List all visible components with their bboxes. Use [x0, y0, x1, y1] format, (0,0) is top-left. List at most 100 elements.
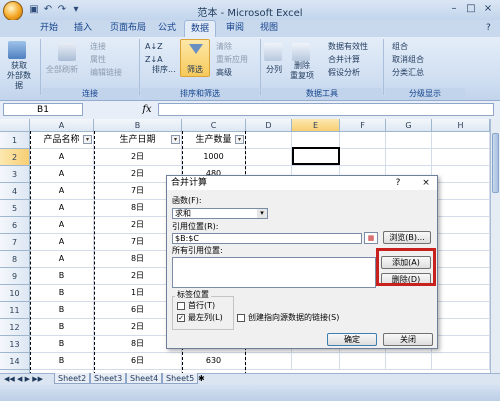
- subtotal-button[interactable]: 分类汇总: [392, 67, 424, 78]
- filter-dropdown-icon[interactable]: ▾: [83, 135, 92, 144]
- first-row-checkbox[interactable]: [177, 302, 185, 310]
- cell[interactable]: [432, 268, 490, 285]
- what-if-button[interactable]: 假设分析: [328, 67, 360, 78]
- cell[interactable]: [246, 132, 292, 149]
- cell[interactable]: [432, 217, 490, 234]
- column-header-g[interactable]: G: [386, 119, 432, 132]
- tab-insert[interactable]: 插入: [68, 20, 98, 37]
- cell[interactable]: B: [30, 268, 94, 285]
- close-button[interactable]: 关闭: [383, 333, 433, 346]
- cell[interactable]: [432, 302, 490, 319]
- filter-dropdown-icon[interactable]: ▾: [171, 135, 180, 144]
- cell[interactable]: A: [30, 251, 94, 268]
- cell[interactable]: [386, 132, 432, 149]
- row-header[interactable]: 1: [0, 132, 30, 149]
- column-header-e[interactable]: E: [292, 119, 340, 132]
- tab-data[interactable]: 数据: [184, 20, 217, 37]
- connections-button[interactable]: 连接: [90, 41, 106, 52]
- row-header[interactable]: 2: [0, 149, 30, 166]
- left-column-checkbox[interactable]: ✓: [177, 314, 185, 322]
- maximize-button[interactable]: □: [463, 2, 479, 16]
- reference-input[interactable]: $B:$C: [172, 233, 362, 244]
- row-header[interactable]: 6: [0, 217, 30, 234]
- row-header[interactable]: 12: [0, 319, 30, 336]
- cell[interactable]: [432, 132, 490, 149]
- dialog-close-icon[interactable]: ×: [419, 177, 433, 189]
- cell[interactable]: 1000: [182, 149, 246, 166]
- row-header[interactable]: 3: [0, 166, 30, 183]
- filter-dropdown-icon[interactable]: ▾: [235, 135, 244, 144]
- tab-home[interactable]: 开始: [34, 20, 64, 37]
- edit-links-button[interactable]: 编辑链接: [90, 67, 122, 78]
- cell[interactable]: [386, 353, 432, 370]
- column-header-a[interactable]: A: [30, 119, 94, 132]
- sort-az-icon[interactable]: A↓Z: [145, 41, 163, 52]
- column-header-f[interactable]: F: [340, 119, 386, 132]
- cell[interactable]: [340, 132, 386, 149]
- cell[interactable]: B: [30, 319, 94, 336]
- active-cell-cursor[interactable]: [292, 147, 340, 165]
- help-icon[interactable]: ?: [486, 23, 496, 34]
- close-window-button[interactable]: ×: [480, 2, 496, 16]
- cell[interactable]: B: [30, 285, 94, 302]
- cell[interactable]: [340, 149, 386, 166]
- insert-sheet-icon[interactable]: ✱: [198, 374, 210, 384]
- header-cell[interactable]: 生产数量 ▾: [182, 132, 246, 149]
- cell[interactable]: [432, 336, 490, 353]
- tab-review[interactable]: 审阅: [220, 20, 250, 37]
- formula-input[interactable]: [158, 103, 494, 116]
- cell[interactable]: 630: [182, 353, 246, 370]
- insert-function-icon[interactable]: fx: [140, 103, 154, 116]
- row-header[interactable]: 11: [0, 302, 30, 319]
- ungroup-button[interactable]: 取消组合: [392, 54, 424, 65]
- cell[interactable]: [246, 149, 292, 166]
- sheet-tab[interactable]: Sheet2: [54, 373, 91, 384]
- sheet-tab[interactable]: Sheet3: [90, 373, 127, 384]
- cell[interactable]: A: [30, 149, 94, 166]
- vertical-scrollbar[interactable]: [490, 119, 500, 373]
- text-to-columns-button[interactable]: 分列: [266, 64, 282, 75]
- cell[interactable]: B: [30, 336, 94, 353]
- column-header-h[interactable]: H: [432, 119, 490, 132]
- row-header[interactable]: 10: [0, 285, 30, 302]
- reapply-button[interactable]: 重新应用: [216, 54, 248, 65]
- cell[interactable]: [246, 353, 292, 370]
- header-cell[interactable]: 产品名称 ▾: [30, 132, 94, 149]
- column-header-c[interactable]: C: [182, 119, 246, 132]
- row-header[interactable]: 9: [0, 268, 30, 285]
- remove-duplicates-button[interactable]: 删除 重复项: [289, 61, 315, 81]
- dialog-help-button[interactable]: ?: [391, 177, 405, 189]
- row-header[interactable]: 5: [0, 200, 30, 217]
- ok-button[interactable]: 确定: [327, 333, 377, 346]
- tab-page-layout[interactable]: 页面布局: [104, 20, 152, 37]
- cell[interactable]: [432, 149, 490, 166]
- consolidate-button[interactable]: 合并计算: [328, 54, 360, 65]
- minimize-button[interactable]: –: [446, 2, 462, 16]
- cell[interactable]: [340, 353, 386, 370]
- tab-view[interactable]: 视图: [254, 20, 284, 37]
- all-references-list[interactable]: [172, 257, 376, 288]
- properties-button[interactable]: 属性: [90, 54, 106, 65]
- filter-button[interactable]: 筛选: [180, 39, 210, 77]
- cell[interactable]: A: [30, 183, 94, 200]
- cell[interactable]: A: [30, 217, 94, 234]
- cell[interactable]: [432, 285, 490, 302]
- cell[interactable]: A: [30, 166, 94, 183]
- cell[interactable]: B: [30, 353, 94, 370]
- chevron-down-icon[interactable]: ▾: [257, 209, 267, 218]
- sheet-nav-icon[interactable]: ◀◀ ◀ ▶ ▶▶: [4, 374, 43, 385]
- cell[interactable]: [432, 166, 490, 183]
- group-button[interactable]: 组合: [392, 41, 408, 52]
- row-header[interactable]: 7: [0, 234, 30, 251]
- column-header-b[interactable]: B: [94, 119, 182, 132]
- cell[interactable]: [432, 319, 490, 336]
- name-box[interactable]: B1: [3, 103, 83, 116]
- cell[interactable]: [432, 251, 490, 268]
- cell[interactable]: 2日: [94, 149, 182, 166]
- sort-button[interactable]: 排序...: [152, 64, 176, 75]
- cell[interactable]: A: [30, 234, 94, 251]
- row-header[interactable]: 8: [0, 251, 30, 268]
- function-select[interactable]: 求和: [172, 208, 268, 219]
- cell[interactable]: [386, 149, 432, 166]
- browse-button[interactable]: 浏览(B)...: [383, 231, 431, 244]
